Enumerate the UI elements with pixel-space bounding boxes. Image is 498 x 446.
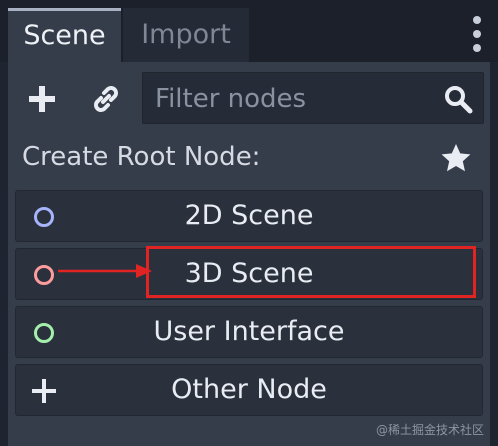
more-options-icon[interactable]: [470, 16, 484, 56]
tab-import[interactable]: Import: [123, 8, 249, 62]
annotation-arrow-icon: [58, 264, 152, 278]
other-node-button[interactable]: Other Node: [15, 364, 483, 416]
search-icon: [445, 86, 473, 114]
tab-bar: Scene Import: [0, 0, 498, 62]
user-interface-label: User Interface: [153, 316, 345, 347]
user-interface-button[interactable]: User Interface: [15, 306, 483, 358]
star-icon[interactable]: [440, 142, 472, 174]
add-node-button[interactable]: [22, 79, 62, 119]
other-node-label: Other Node: [171, 374, 327, 405]
create-root-node-label: Create Root Node:: [22, 142, 261, 172]
scene-dock: Scene Import Filter nodes Create Root No…: [0, 0, 498, 446]
tab-scene[interactable]: Scene: [8, 8, 121, 62]
link-icon: [94, 86, 118, 112]
2d-scene-label: 2D Scene: [184, 200, 314, 231]
filter-placeholder: Filter nodes: [155, 84, 307, 114]
scene-panel: Filter nodes Create Root Node: 2D Scene …: [8, 62, 490, 446]
watermark: @稀土掘金技术社区: [375, 423, 484, 437]
2d-scene-button[interactable]: 2D Scene: [15, 190, 483, 242]
instance-scene-button[interactable]: [86, 79, 126, 119]
plus-icon: [29, 86, 55, 112]
filter-nodes-input[interactable]: Filter nodes: [142, 72, 484, 124]
